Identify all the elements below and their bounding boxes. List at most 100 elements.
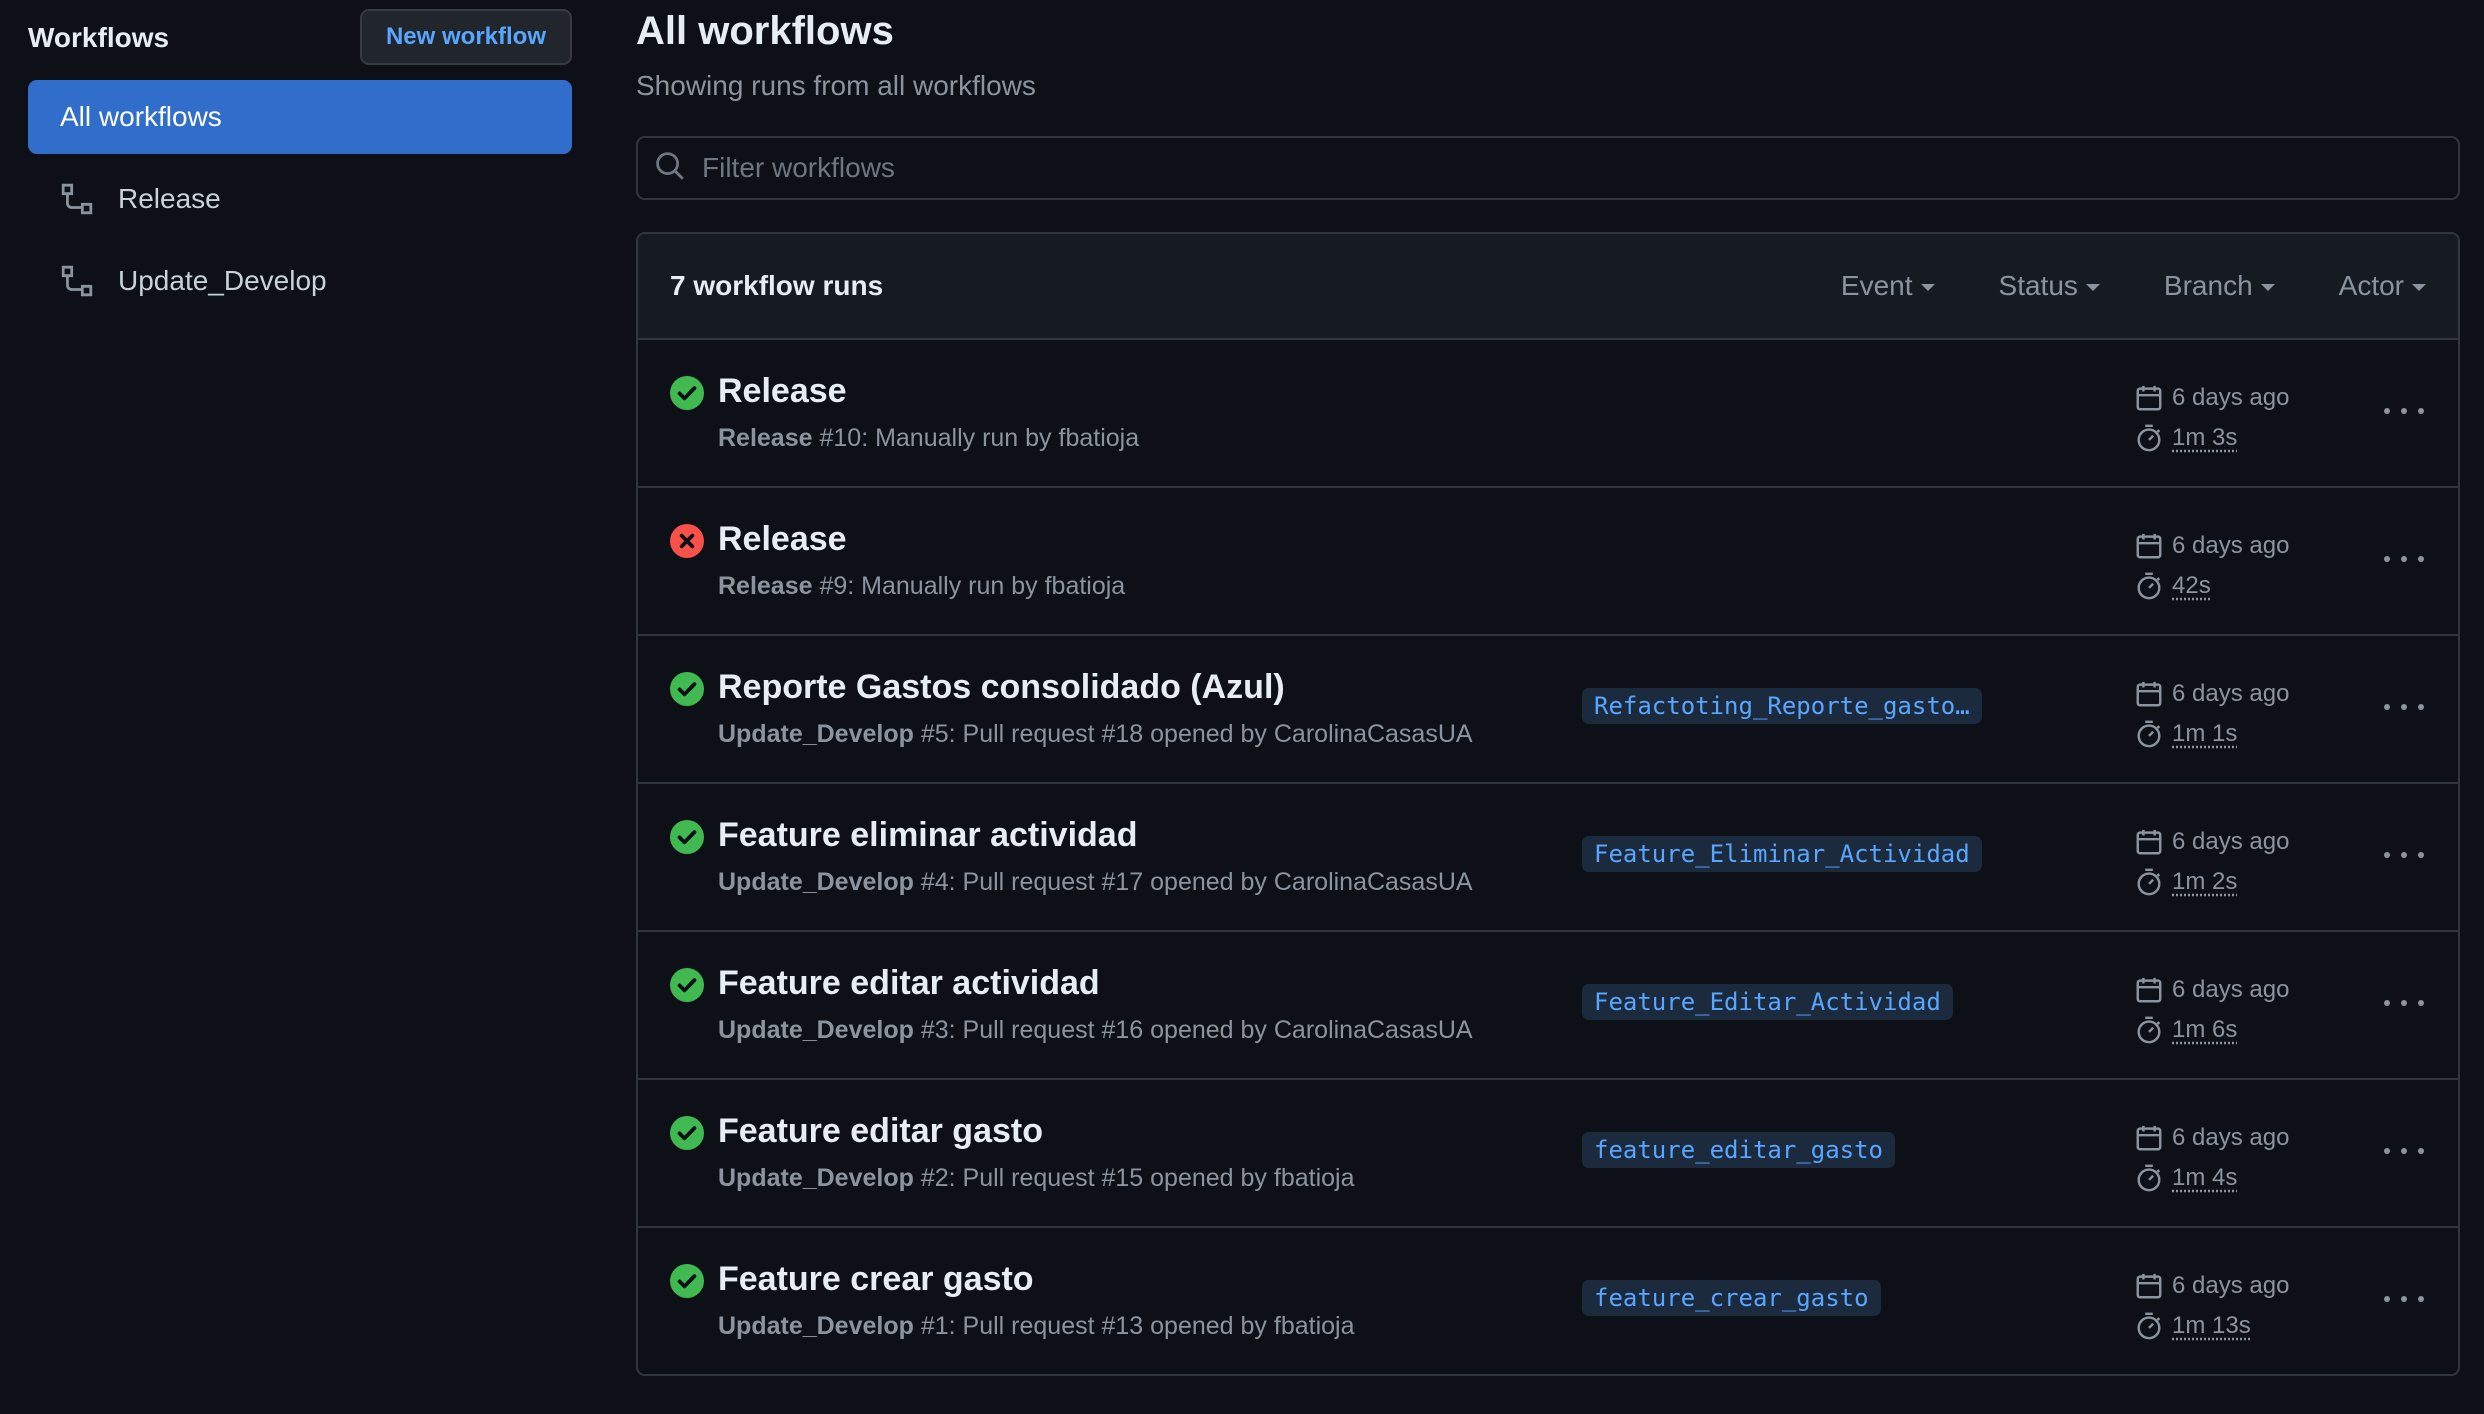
table-row[interactable]: Release Release #9: Manually run by fbat… (638, 488, 2458, 636)
run-meta: 6 days ago 42s (2134, 526, 2289, 606)
run-detail: #2: Pull request #15 opened by fbatioja (913, 1164, 1355, 1192)
table-row[interactable]: Feature eliminar actividad Update_Develo… (638, 784, 2458, 932)
sidebar-item-label: All workflows (60, 101, 222, 132)
filter-label: Actor (2338, 270, 2404, 301)
table-row[interactable]: Feature crear gasto Update_Develop #1: P… (638, 1228, 2458, 1374)
search-input[interactable] (702, 152, 2402, 184)
run-workflow-name: Update_Develop (718, 1016, 914, 1044)
run-time: 6 days ago (2172, 532, 2290, 559)
sidebar-item-all-workflows[interactable]: All workflows (28, 80, 572, 154)
run-title[interactable]: Feature editar actividad (718, 964, 1100, 1003)
success-check-icon (670, 968, 704, 1002)
branch-badge[interactable]: Feature_Editar_Actividad (1582, 984, 1953, 1020)
run-workflow-name: Update_Develop (718, 868, 914, 896)
run-time: 6 days ago (2172, 384, 2290, 411)
run-duration: 1m 2s (2172, 868, 2238, 895)
run-meta: 6 days ago 1m 2s (2134, 822, 2289, 902)
run-subtitle: Release #9: Manually run by fbatioja (718, 572, 1125, 601)
branch-filter[interactable]: Branch (2164, 270, 2275, 302)
caret-down-icon (2260, 283, 2275, 291)
run-title[interactable]: Feature editar gasto (718, 1112, 1043, 1151)
actor-filter[interactable]: Actor (2339, 270, 2426, 302)
run-duration: 1m 6s (2172, 1016, 2238, 1043)
run-workflow-name: Release (718, 424, 813, 452)
run-workflow-name: Update_Develop (718, 1164, 914, 1192)
run-workflow-name: Release (718, 572, 813, 600)
run-duration: 1m 4s (2172, 1164, 2238, 1191)
run-title[interactable]: Release (718, 372, 847, 411)
run-time: 6 days ago (2172, 828, 2290, 855)
caret-down-icon (2412, 283, 2426, 291)
run-time: 6 days ago (2172, 680, 2290, 707)
branch-badge[interactable]: Feature_Eliminar_Actividad (1582, 836, 1982, 872)
branch-badge[interactable]: feature_crear_gasto (1582, 1280, 1881, 1316)
more-options-icon[interactable] (2384, 396, 2424, 426)
sidebar-item-release[interactable]: Release (28, 162, 572, 236)
workflow-icon (60, 264, 94, 298)
calendar-icon (2134, 679, 2164, 709)
more-options-icon[interactable] (2384, 1284, 2424, 1314)
stopwatch-icon (2134, 1163, 2164, 1193)
actions-page: Workflows New workflow All workflows Rel… (0, 0, 2484, 1414)
runs-table: 7 workflow runs Event Status Branch Acto… (636, 232, 2460, 1376)
sidebar-item-update-develop[interactable]: Update_Develop (28, 244, 572, 318)
calendar-icon (2134, 531, 2164, 561)
status-filter[interactable]: Status (1999, 270, 2100, 302)
calendar-icon (2134, 827, 2164, 857)
run-workflow-name: Update_Develop (718, 720, 914, 748)
run-duration: 42s (2172, 572, 2211, 599)
search-box[interactable] (636, 136, 2460, 200)
stopwatch-icon (2134, 719, 2164, 749)
run-time: 6 days ago (2172, 1272, 2290, 1299)
run-subtitle: Update_Develop #4: Pull request #17 open… (718, 868, 1473, 897)
stopwatch-icon (2134, 423, 2164, 453)
run-duration: 1m 1s (2172, 720, 2238, 747)
run-meta: 6 days ago 1m 3s (2134, 378, 2289, 458)
page-title: All workflows (636, 9, 894, 53)
run-time: 6 days ago (2172, 976, 2290, 1003)
sidebar: Workflows New workflow All workflows Rel… (28, 0, 572, 318)
workflow-icon (60, 182, 94, 216)
table-row[interactable]: Feature editar gasto Update_Develop #2: … (638, 1080, 2458, 1228)
run-duration: 1m 3s (2172, 424, 2238, 451)
run-title[interactable]: Feature crear gasto (718, 1260, 1034, 1299)
branch-badge[interactable]: Refactoting_Reporte_gasto… (1582, 688, 1982, 724)
calendar-icon (2134, 1123, 2164, 1153)
run-meta: 6 days ago 1m 13s (2134, 1266, 2289, 1346)
new-workflow-button[interactable]: New workflow (359, 9, 572, 65)
more-options-icon[interactable] (2384, 840, 2424, 870)
sidebar-title: Workflows (28, 22, 170, 53)
run-title[interactable]: Release (718, 520, 847, 559)
run-workflow-name: Update_Develop (718, 1312, 914, 1340)
run-meta: 6 days ago 1m 6s (2134, 970, 2289, 1050)
sidebar-item-label: Release (118, 183, 221, 214)
run-subtitle: Release #10: Manually run by fbatioja (718, 424, 1139, 453)
run-title[interactable]: Reporte Gastos consolidado (Azul) (718, 668, 1285, 707)
failure-x-icon (670, 524, 704, 558)
runs-count: 7 workflow runs (670, 270, 884, 301)
success-check-icon (670, 1116, 704, 1150)
more-options-icon[interactable] (2384, 544, 2424, 574)
run-meta: 6 days ago 1m 1s (2134, 674, 2289, 754)
stopwatch-icon (2134, 867, 2164, 897)
run-detail: #5: Pull request #18 opened by CarolinaC… (913, 720, 1473, 748)
run-title[interactable]: Feature eliminar actividad (718, 816, 1138, 855)
run-duration: 1m 13s (2172, 1312, 2251, 1339)
sidebar-header: Workflows New workflow (28, 0, 572, 72)
run-detail: #4: Pull request #17 opened by CarolinaC… (913, 868, 1473, 896)
stopwatch-icon (2134, 571, 2164, 601)
calendar-icon (2134, 383, 2164, 413)
more-options-icon[interactable] (2384, 988, 2424, 1018)
runs-header: 7 workflow runs Event Status Branch Acto… (638, 234, 2458, 340)
more-options-icon[interactable] (2384, 692, 2424, 722)
success-check-icon (670, 672, 704, 706)
event-filter[interactable]: Event (1841, 270, 1935, 302)
table-row[interactable]: Reporte Gastos consolidado (Azul) Update… (638, 636, 2458, 784)
table-row[interactable]: Feature editar actividad Update_Develop … (638, 932, 2458, 1080)
stopwatch-icon (2134, 1015, 2164, 1045)
branch-badge[interactable]: feature_editar_gasto (1582, 1132, 1895, 1168)
table-row[interactable]: Release Release #10: Manually run by fba… (638, 340, 2458, 488)
more-options-icon[interactable] (2384, 1136, 2424, 1166)
run-subtitle: Update_Develop #5: Pull request #18 open… (718, 720, 1473, 749)
run-detail: #9: Manually run by fbatioja (812, 572, 1126, 600)
